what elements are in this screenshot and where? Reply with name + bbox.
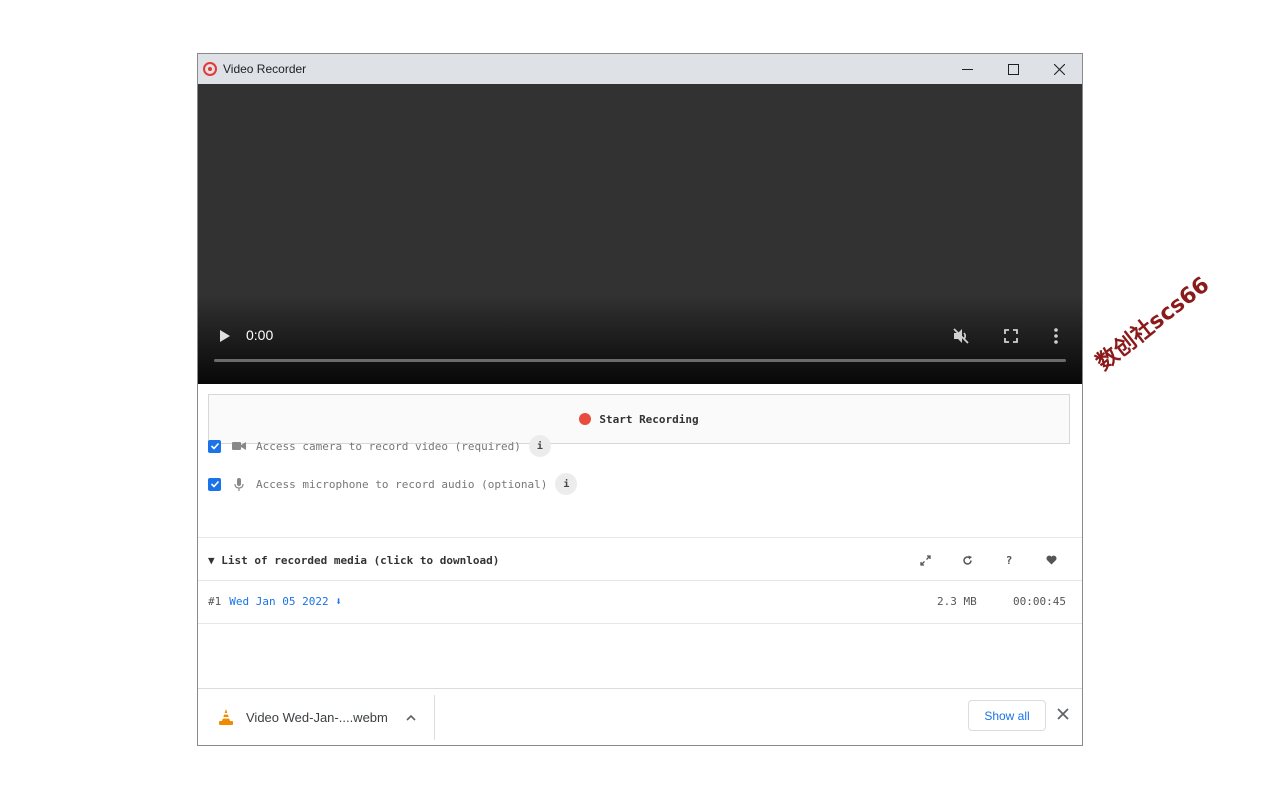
more-options-icon[interactable] [1053,327,1059,345]
window-controls [944,54,1082,84]
muted-volume-icon[interactable] [952,327,970,345]
close-window-button[interactable] [1036,54,1082,84]
title-bar: Video Recorder [198,54,1082,84]
window-title: Video Recorder [223,62,307,76]
vlc-cone-icon [219,708,233,725]
recorder-content: Start Recording Access camera to record … [198,384,1082,624]
camera-option-label: Access camera to record video (required) [256,439,521,453]
maximize-button[interactable] [990,54,1036,84]
microphone-checkbox[interactable] [208,477,221,491]
divider [198,623,1082,624]
divider [198,537,1082,538]
close-download-bar-button[interactable] [1057,708,1069,720]
download-file-name: Video Wed-Jan-....webm [246,709,388,725]
media-duration: 00:00:45 [1013,594,1066,608]
divider [198,580,1082,581]
show-all-button[interactable]: Show all [968,700,1046,731]
media-row-number: #1 [208,594,222,608]
download-item[interactable]: Video Wed-Jan-....webm [218,707,416,727]
chevron-up-icon [406,714,416,721]
video-player[interactable]: 0:00 [198,84,1082,384]
checkmark-icon [210,480,219,488]
watermark: 数创社scs66 [1091,272,1215,376]
checkmark-icon [210,442,219,450]
microphone-option: Access microphone to record audio (optio… [208,473,578,495]
camera-info-button[interactable]: i [528,435,551,457]
video-progress-bar[interactable] [214,359,1066,362]
favorite-button[interactable] [1030,555,1072,565]
camera-checkbox[interactable] [208,439,221,453]
close-icon [1057,708,1069,720]
collapse-arrows-icon [919,554,931,566]
fullscreen-icon[interactable] [1003,328,1019,344]
minimize-icon [961,68,973,70]
media-row: #1 Wed Jan 05 2022 ⬇ 2.3 MB 00:00:45 [208,590,1072,612]
video-time: 0:00 [246,327,274,343]
play-icon[interactable] [216,328,232,344]
video-controls-gradient [198,294,1082,384]
heart-icon [1045,555,1057,565]
refresh-icon [962,555,972,565]
microphone-option-label: Access microphone to record audio (optio… [256,477,548,491]
close-icon [1053,63,1065,75]
media-list-tools: ? [904,546,1072,574]
camera-option: Access camera to record video (required)… [208,435,551,457]
microphone-info-button[interactable]: i [555,473,578,495]
download-separator [434,695,435,740]
record-dot-icon [579,413,592,425]
minimize-button[interactable] [944,54,990,84]
media-download-link[interactable]: Wed Jan 05 2022 ⬇ [229,595,342,608]
microphone-icon [232,477,246,491]
media-list-header[interactable]: ▼ List of recorded media (click to downl… [208,546,1072,574]
media-size: 2.3 MB [937,594,977,608]
download-options-button[interactable] [406,714,416,721]
start-recording-label: Start Recording [599,412,699,426]
camera-icon [232,441,246,451]
maximize-icon [1007,63,1019,75]
record-app-icon [203,62,217,76]
refresh-button[interactable] [946,555,988,566]
help-button[interactable]: ? [988,554,1030,567]
download-bar: Video Wed-Jan-....webm Show all [198,688,1082,745]
app-window: Video Recorder 0:00 Start Recording Acce… [197,53,1083,746]
media-list-title: ▼ List of recorded media (click to downl… [208,553,500,567]
collapse-tool-button[interactable] [904,554,946,566]
